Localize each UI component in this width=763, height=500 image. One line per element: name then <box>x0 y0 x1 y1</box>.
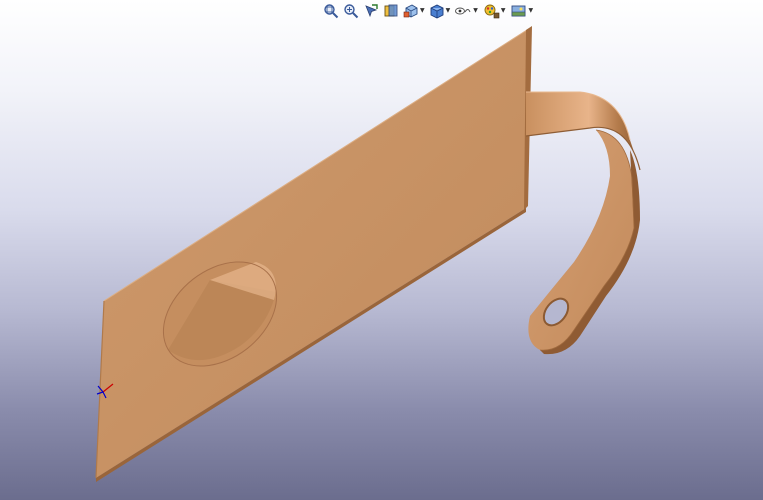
sheet-metal-part-model[interactable] <box>0 0 763 500</box>
graphics-area[interactable]: ▼ ▼ ▼ ▼ ▼ <box>0 0 763 500</box>
base-flange-plate[interactable] <box>95 26 532 482</box>
